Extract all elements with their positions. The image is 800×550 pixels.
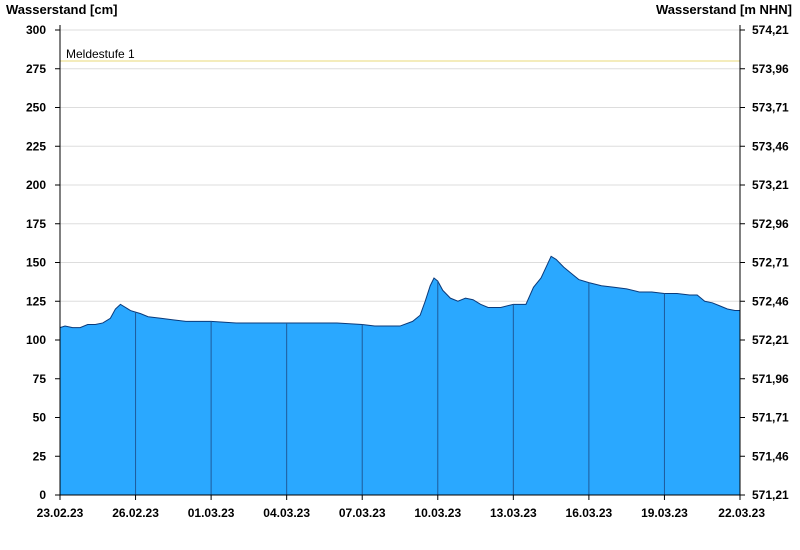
y-tick-label-right-6: 572,71 <box>752 256 789 270</box>
x-ticks: 23.02.23 26.02.23 01.03.23 04.03.23 07.03.23… <box>37 495 765 520</box>
y-tick-label-left-250: 250 <box>26 101 46 115</box>
y-tick-label-right-8: 573,21 <box>752 178 789 192</box>
y-tick-label-left-100: 100 <box>26 333 46 347</box>
y-tick-label-left-275: 275 <box>26 62 46 76</box>
y-tick-label-left-125: 125 <box>26 294 46 308</box>
y-tick-label-right-11: 573,96 <box>752 62 789 76</box>
y-axis-title-left: Wasserstand [cm] <box>6 2 118 17</box>
y-tick-label-right-9: 573,46 <box>752 139 789 153</box>
y-tick-label-right-7: 572,96 <box>752 217 789 231</box>
y-tick-label-left-25: 25 <box>33 449 47 463</box>
y-tick-label-right-10: 573,71 <box>752 101 789 115</box>
x-tick-label-24: 19.03.23 <box>641 506 688 520</box>
x-tick-label-18: 13.03.23 <box>490 506 537 520</box>
y-tick-label-left-150: 150 <box>26 256 46 270</box>
y-tick-label-left-200: 200 <box>26 178 46 192</box>
water-level-chart: Wasserstand [cm] Wasserstand [m NHN] Mel… <box>6 2 792 520</box>
y-tick-label-right-12: 574,21 <box>752 23 789 37</box>
y-tick-label-right-2: 571,71 <box>752 411 789 425</box>
y-tick-label-left-300: 300 <box>26 23 46 37</box>
y-tick-label-left-50: 50 <box>33 411 47 425</box>
x-tick-label-21: 16.03.23 <box>566 506 613 520</box>
x-tick-label-3: 26.02.23 <box>112 506 159 520</box>
x-tick-label-9: 04.03.23 <box>263 506 310 520</box>
y-ticks-right: 571,21 571,46 571,71 571,96 572,21 572,46 572,… <box>740 23 789 502</box>
y-tick-label-left-0: 0 <box>39 488 46 502</box>
y-tick-label-right-3: 571,96 <box>752 372 789 386</box>
y-tick-label-left-75: 75 <box>33 372 47 386</box>
x-tick-label-15: 10.03.23 <box>414 506 461 520</box>
y-tick-label-right-4: 572,21 <box>752 333 789 347</box>
y-tick-label-left-175: 175 <box>26 217 46 231</box>
y-tick-label-left-225: 225 <box>26 139 46 153</box>
x-tick-label-27: 22.03.23 <box>718 506 765 520</box>
x-tick-label-6: 01.03.23 <box>188 506 235 520</box>
threshold-label-0: Meldestufe 1 <box>66 47 135 61</box>
threshold-annotations: Meldestufe 1 <box>60 47 740 62</box>
y-tick-label-right-0: 571,21 <box>752 488 789 502</box>
y-tick-label-right-1: 571,46 <box>752 449 789 463</box>
x-tick-label-0: 23.02.23 <box>37 506 84 520</box>
y-tick-label-right-5: 572,46 <box>752 294 789 308</box>
area-series <box>59 255 740 495</box>
y-ticks-left: 0 25 50 75 100 125 150 175 200 225 250 275 300 <box>26 23 60 502</box>
x-tick-label-12: 07.03.23 <box>339 506 386 520</box>
y-axis-title-right: Wasserstand [m NHN] <box>656 2 792 17</box>
